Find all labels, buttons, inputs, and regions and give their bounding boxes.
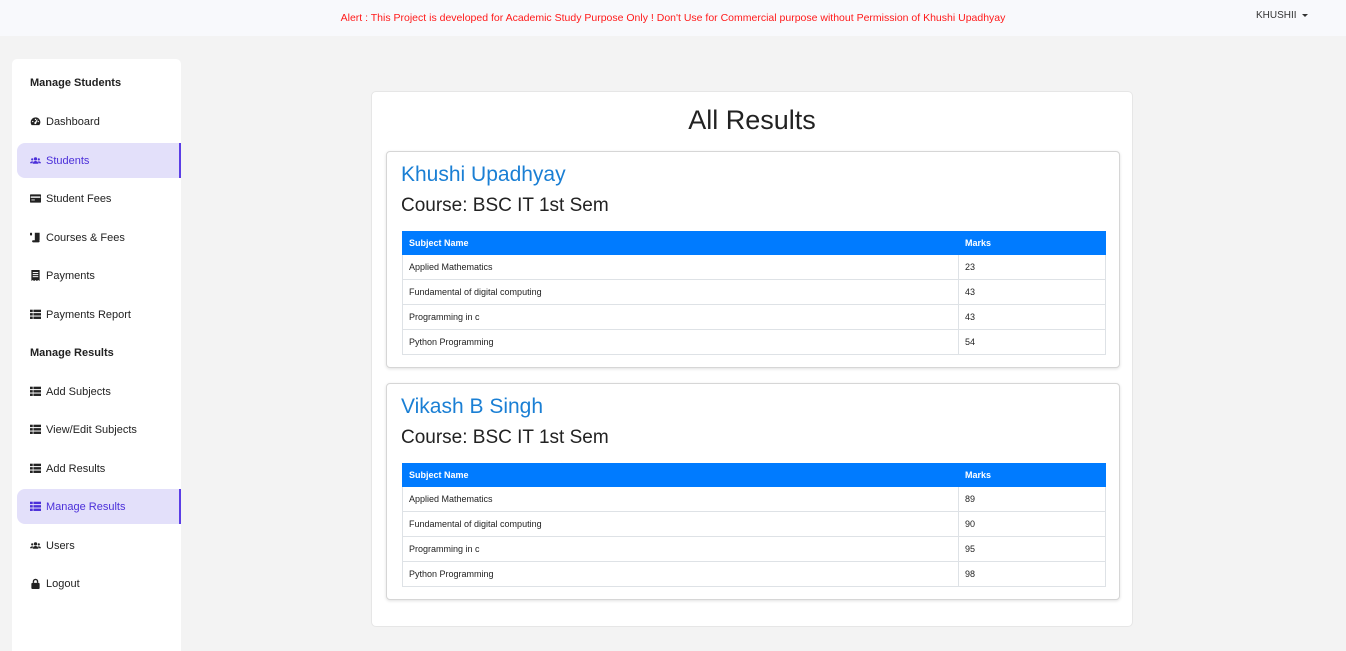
sidebar: Manage Students Dashboard Students Stude…: [12, 59, 181, 651]
marks-cell: 89: [958, 486, 1106, 512]
sidebar-heading-manage-students: Manage Students: [30, 77, 122, 89]
sidebar-item-label: View/Edit Subjects: [46, 423, 137, 436]
list-icon: [30, 501, 44, 513]
student-name: Vikash B Singh: [401, 395, 544, 418]
sidebar-item-add-subjects[interactable]: Add Subjects: [17, 374, 181, 409]
sidebar-item-student-fees[interactable]: Student Fees: [17, 181, 181, 216]
result-card: Vikash B Singh Course: BSC IT 1st Sem Su…: [386, 383, 1120, 600]
page-title: All Results: [688, 105, 816, 135]
scroll-icon: [30, 232, 44, 244]
table-row: Programming in c 95: [402, 536, 1106, 562]
student-name: Khushi Upadhyay: [401, 163, 566, 186]
sidebar-item-courses-fees[interactable]: Courses & Fees: [17, 220, 181, 255]
column-header-marks: Marks: [958, 231, 1106, 255]
subject-cell: Fundamental of digital computing: [402, 279, 959, 305]
lock-icon: [30, 578, 44, 590]
column-header-marks: Marks: [958, 463, 1106, 487]
sidebar-item-label: Payments: [46, 269, 95, 282]
list-icon: [30, 386, 44, 398]
table-row: Programming in c 43: [402, 304, 1106, 330]
table-row: Applied Mathematics 89: [402, 486, 1106, 512]
results-table: Subject Name Marks Applied Mathematics 2…: [402, 231, 1106, 355]
subject-cell: Programming in c: [402, 304, 959, 330]
marks-cell: 90: [958, 511, 1106, 537]
sidebar-item-label: Logout: [46, 577, 80, 590]
user-name: KHUSHII: [1256, 10, 1297, 21]
sidebar-item-label: Add Subjects: [46, 385, 111, 398]
table-row: Applied Mathematics 23: [402, 254, 1106, 280]
sidebar-item-label: Add Results: [46, 462, 106, 475]
dashboard-icon: [30, 116, 44, 128]
sidebar-item-dashboard[interactable]: Dashboard: [17, 104, 181, 139]
subject-cell: Fundamental of digital computing: [402, 511, 959, 537]
student-course: Course: BSC IT 1st Sem: [401, 195, 609, 216]
marks-cell: 43: [958, 279, 1106, 305]
sidebar-heading-manage-results: Manage Results: [30, 347, 114, 359]
table-row: Python Programming 98: [402, 561, 1106, 587]
users-icon: [30, 540, 44, 552]
table-header-row: Subject Name Marks: [402, 463, 1106, 487]
column-header-subject: Subject Name: [402, 463, 959, 487]
receipt-icon: [30, 270, 44, 282]
list-icon: [30, 309, 44, 321]
sidebar-item-payments-report[interactable]: Payments Report: [17, 297, 181, 332]
table-row: Fundamental of digital computing 43: [402, 279, 1106, 305]
student-course: Course: BSC IT 1st Sem: [401, 427, 609, 448]
list-icon: [30, 463, 44, 475]
subject-cell: Applied Mathematics: [402, 254, 959, 280]
marks-cell: 23: [958, 254, 1106, 280]
table-header-row: Subject Name Marks: [402, 231, 1106, 255]
users-icon: [30, 155, 44, 167]
sidebar-item-view-edit-subjects[interactable]: View/Edit Subjects: [17, 412, 181, 447]
sidebar-item-manage-results[interactable]: Manage Results: [17, 489, 181, 524]
result-card: Khushi Upadhyay Course: BSC IT 1st Sem S…: [386, 151, 1120, 368]
sidebar-item-add-results[interactable]: Add Results: [17, 451, 181, 486]
marks-cell: 98: [958, 561, 1106, 587]
sidebar-item-logout[interactable]: Logout: [17, 566, 181, 601]
caret-down-icon: [1301, 13, 1308, 17]
results-panel: All Results Khushi Upadhyay Course: BSC …: [371, 91, 1133, 627]
sidebar-item-label: Students: [46, 154, 90, 167]
subject-cell: Programming in c: [402, 536, 959, 562]
top-bar: Alert : This Project is developed for Ac…: [0, 0, 1346, 36]
sidebar-item-label: Student Fees: [46, 192, 112, 205]
sidebar-item-label: Dashboard: [46, 115, 100, 128]
results-table: Subject Name Marks Applied Mathematics 8…: [402, 463, 1106, 587]
sidebar-item-label: Payments Report: [46, 308, 131, 321]
subject-cell: Python Programming: [402, 329, 959, 355]
sidebar-item-label: Users: [46, 539, 75, 552]
list-icon: [30, 424, 44, 436]
user-menu[interactable]: KHUSHII: [1256, 10, 1308, 21]
column-header-subject: Subject Name: [402, 231, 959, 255]
marks-cell: 95: [958, 536, 1106, 562]
alert-message: Alert : This Project is developed for Ac…: [340, 12, 1006, 24]
subject-cell: Applied Mathematics: [402, 486, 959, 512]
sidebar-item-students[interactable]: Students: [17, 143, 181, 178]
table-row: Python Programming 54: [402, 329, 1106, 355]
sidebar-item-users[interactable]: Users: [17, 528, 181, 563]
sidebar-item-label: Manage Results: [46, 500, 126, 513]
sidebar-item-payments[interactable]: Payments: [17, 258, 181, 293]
marks-cell: 54: [958, 329, 1106, 355]
subject-cell: Python Programming: [402, 561, 959, 587]
sidebar-item-label: Courses & Fees: [46, 231, 125, 244]
marks-cell: 43: [958, 304, 1106, 330]
table-row: Fundamental of digital computing 90: [402, 511, 1106, 537]
card-icon: [30, 193, 44, 205]
